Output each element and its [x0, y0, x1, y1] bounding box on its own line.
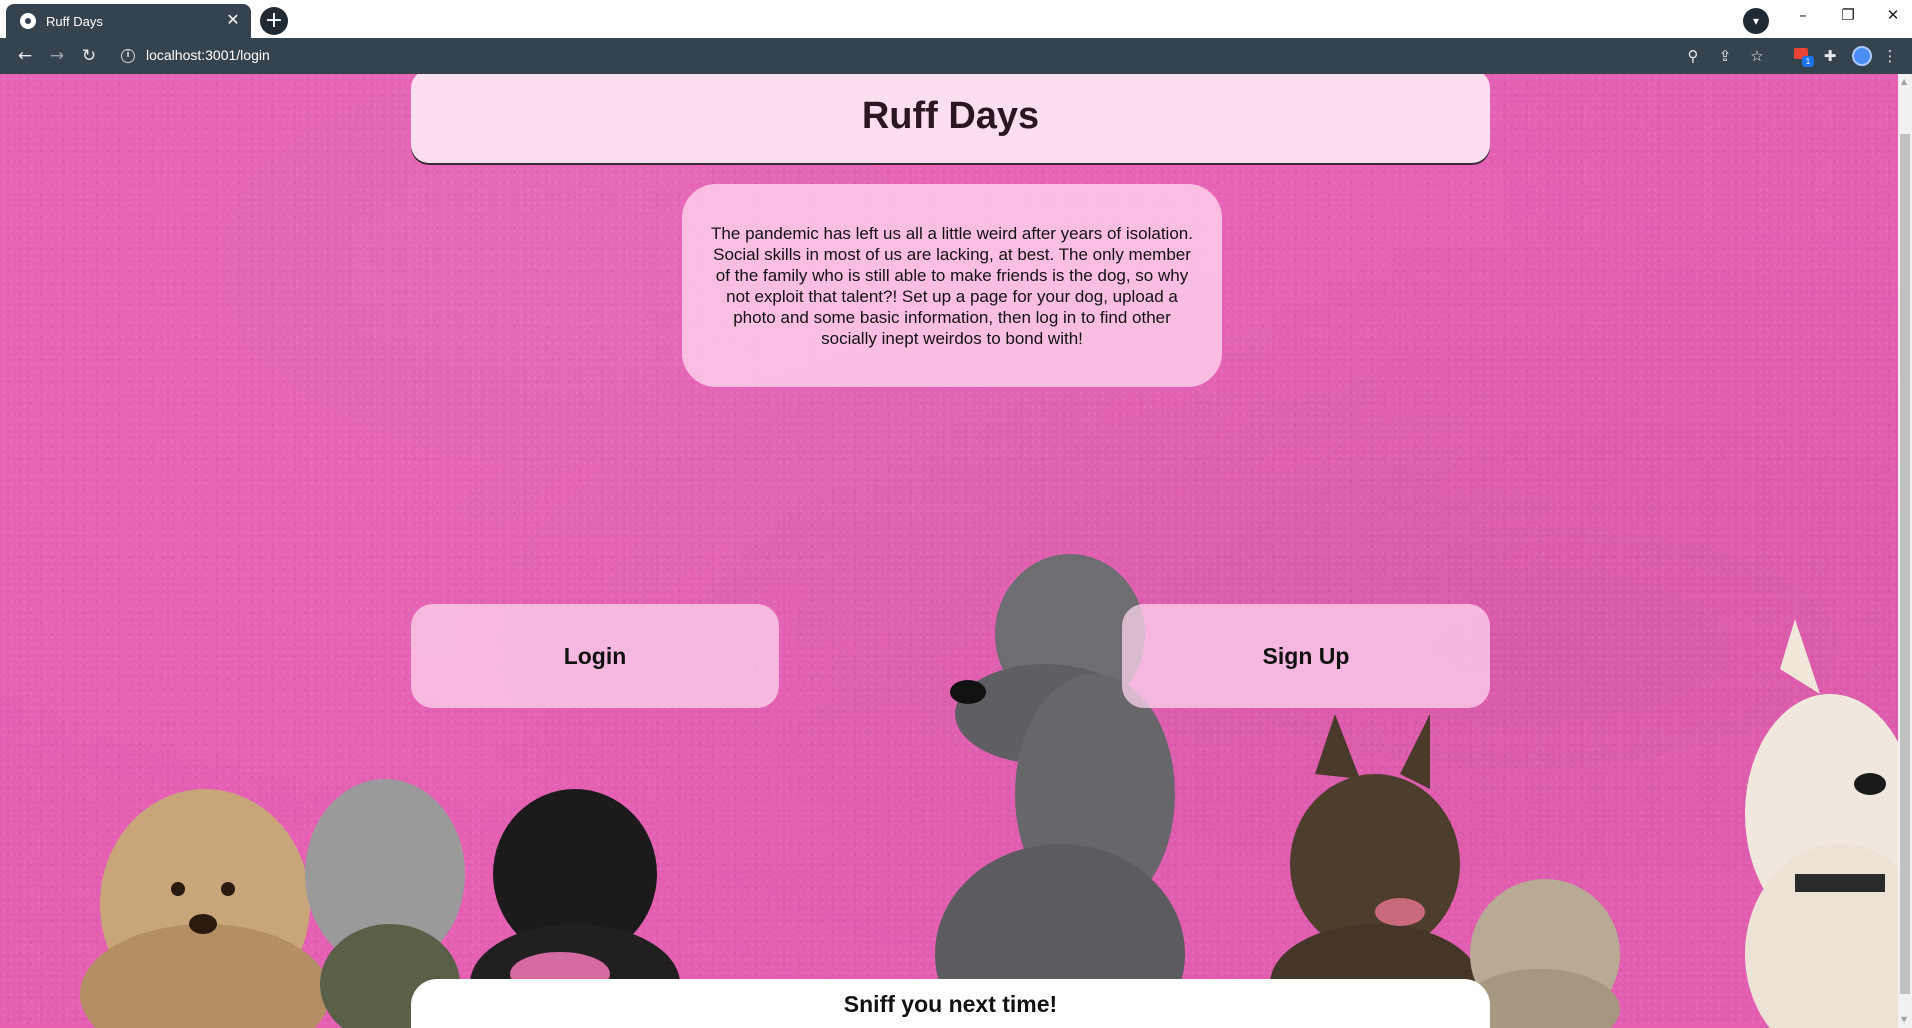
tab-title: Ruff Days — [46, 13, 103, 29]
new-tab-button[interactable]: + — [260, 7, 288, 35]
footer-text: Sniff you next time! — [843, 991, 1058, 1017]
extension-badge: 1 — [1802, 56, 1814, 67]
close-tab-icon[interactable]: ✕ — [225, 13, 241, 29]
site-info-icon[interactable]: i — [121, 49, 135, 63]
signup-button[interactable]: Sign Up — [1122, 604, 1490, 708]
forward-arrow-icon[interactable]: → — [44, 43, 70, 69]
intro-card: The pandemic has left us all a little we… — [682, 184, 1222, 387]
restore-window-button[interactable]: ❐ — [1828, 2, 1868, 28]
bookmark-star-icon[interactable]: ☆ — [1745, 44, 1769, 68]
browser-menu-icon[interactable]: ⋮ — [1882, 44, 1898, 68]
site-title: Ruff Days — [861, 95, 1040, 137]
browser-tab[interactable]: Ruff Days ✕ — [6, 4, 251, 38]
browser-toolbar: ← → ↻ i localhost:3001/login ⚲ ⇪ ☆ 1 ✚ ⋮ — [0, 38, 1912, 74]
tab-search-chevron-icon[interactable]: ▾ — [1743, 8, 1769, 34]
favicon-icon — [20, 13, 36, 29]
close-window-button[interactable]: ✕ — [1873, 2, 1912, 28]
browser-tab-strip: Ruff Days ✕ + ▾ – ❐ ✕ — [0, 0, 1912, 38]
page-viewport: Ruff Days The pandemic has left us all a… — [0, 74, 1898, 1028]
minimize-window-button[interactable]: – — [1783, 2, 1823, 28]
extensions-puzzle-icon[interactable]: ✚ — [1818, 44, 1842, 68]
scroll-up-arrow-icon[interactable]: ▲ — [1901, 78, 1909, 86]
share-icon[interactable]: ⇪ — [1713, 44, 1737, 68]
login-button[interactable]: Login — [411, 604, 779, 708]
address-bar[interactable]: localhost:3001/login — [146, 47, 270, 63]
profile-avatar-icon[interactable] — [1852, 46, 1872, 66]
extension-icon[interactable]: 1 — [1794, 46, 1814, 67]
back-arrow-icon[interactable]: ← — [12, 43, 38, 69]
scrollbar-thumb[interactable] — [1900, 134, 1910, 994]
footer: Sniff you next time! — [411, 979, 1490, 1028]
page-scrollbar[interactable]: ▲ ▼ — [1898, 74, 1912, 1028]
site-header: Ruff Days — [411, 74, 1490, 163]
zoom-icon[interactable]: ⚲ — [1681, 44, 1705, 68]
reload-icon[interactable]: ↻ — [76, 43, 102, 69]
intro-text: The pandemic has left us all a little we… — [711, 223, 1193, 348]
scroll-down-arrow-icon[interactable]: ▼ — [1901, 1016, 1909, 1024]
